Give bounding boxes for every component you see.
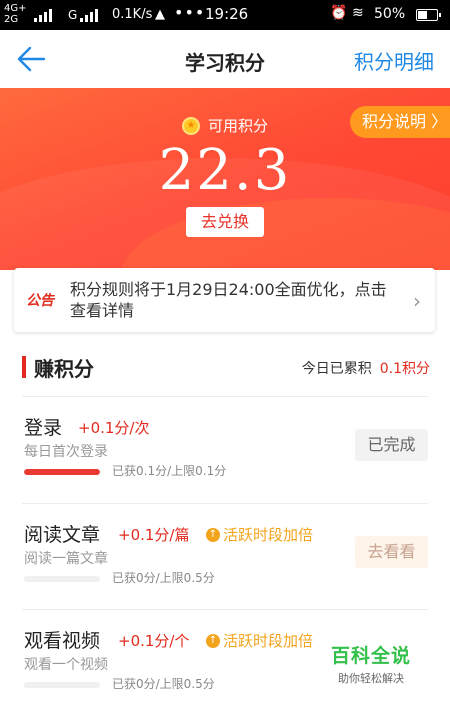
battery-percent: 50%	[374, 6, 406, 22]
more-notifications-icon: •••	[174, 3, 206, 22]
points-explain-button[interactable]: 积分说明 〉	[350, 106, 450, 138]
task-reward: +0.1分/个	[118, 632, 190, 650]
divider	[22, 396, 428, 397]
signal-icon-2	[80, 6, 98, 22]
clock: 19:26	[205, 5, 249, 23]
back-arrow-icon[interactable]	[14, 42, 48, 76]
task-subtitle: 阅读一篇文章	[24, 551, 108, 567]
status-bar: 4G+ 2G G 0.1K/s ▲ ••• 19:26 ⏰ ≋ 50%	[0, 0, 450, 30]
task-progress-text: 已获0.1分/上限0.1分	[112, 464, 227, 478]
points-detail-link[interactable]: 积分明细	[354, 46, 434, 75]
go-read-button[interactable]: 去看看	[355, 536, 428, 568]
task-completed-button[interactable]: 已完成	[355, 429, 428, 461]
available-points-label: 可用积分	[207, 117, 268, 135]
task-bonus: ↑ 活跃时段加倍	[206, 630, 313, 651]
carrier-g-label: G	[68, 8, 78, 22]
section-accent-bar	[22, 356, 26, 378]
notice-tag: 公告	[26, 293, 54, 309]
task-progress-text: 已获0分/上限0.5分	[112, 571, 215, 585]
network-type: 4G+ 2G	[4, 3, 27, 25]
watermark-title: 百科全说	[330, 645, 411, 667]
task-row-login: 登录 +0.1分/次 每日首次登录 已获0.1分/上限0.1分 已完成	[0, 401, 450, 501]
android-icon: ▲	[155, 7, 165, 22]
watermark-logo: 百科全说 助你轻松解决	[326, 641, 416, 685]
task-reward: +0.1分/篇	[118, 526, 190, 544]
network-speed: 0.1K/s	[112, 7, 153, 22]
battery-icon	[416, 9, 441, 21]
task-progress-bar	[24, 576, 100, 582]
alarm-icon: ⏰	[330, 5, 348, 21]
divider	[22, 609, 428, 610]
task-subtitle: 每日首次登录	[24, 444, 108, 460]
section-title: 赚积分	[34, 357, 94, 381]
watermark-subtitle: 助你轻松解决	[338, 672, 404, 685]
task-progress-text: 已获0分/上限0.5分	[112, 677, 215, 691]
task-name: 观看视频	[24, 630, 101, 652]
task-subtitle: 观看一个视频	[24, 657, 108, 673]
arrow-up-icon: ↑	[206, 527, 220, 542]
points-hero: ★ 可用积分 22.3 去兑换 积分说明 〉	[0, 88, 450, 270]
chevron-right-icon: ›	[413, 289, 421, 313]
today-earned-value: 0.1积分	[379, 361, 430, 377]
task-name: 登录	[24, 417, 63, 439]
earn-section-header: 赚积分 今日已累积 0.1积分	[0, 350, 450, 386]
signal-icon	[34, 6, 52, 22]
notice-text: 积分规则将于1月29日24:00全面优化，点击查看详情	[70, 280, 387, 320]
task-progress-bar	[24, 682, 100, 688]
task-bonus-label: 活跃时段加倍	[223, 526, 314, 544]
redeem-button[interactable]: 去兑换	[186, 207, 264, 237]
today-earned: 今日已累积 0.1积分	[302, 358, 430, 378]
task-row-read-article: 阅读文章 +0.1分/篇 ↑ 活跃时段加倍 阅读一篇文章 已获0分/上限0.5分…	[0, 508, 450, 608]
task-reward: +0.1分/次	[78, 419, 150, 437]
today-earned-label: 今日已累积	[301, 361, 372, 377]
points-value: 22.3	[158, 138, 292, 203]
task-progress-bar	[24, 469, 100, 475]
notice-banner[interactable]: 公告 积分规则将于1月29日24:00全面优化，点击查看详情 ›	[14, 268, 435, 332]
wifi-icon: ≋	[352, 5, 364, 21]
task-bonus: ↑ 活跃时段加倍	[206, 524, 313, 545]
coin-icon: ★	[181, 116, 200, 135]
task-bonus-label: 活跃时段加倍	[223, 632, 314, 650]
task-name: 阅读文章	[24, 524, 101, 546]
nav-header: 学习积分 积分明细	[0, 30, 450, 88]
arrow-up-icon: ↑	[206, 633, 220, 648]
divider	[22, 503, 428, 504]
